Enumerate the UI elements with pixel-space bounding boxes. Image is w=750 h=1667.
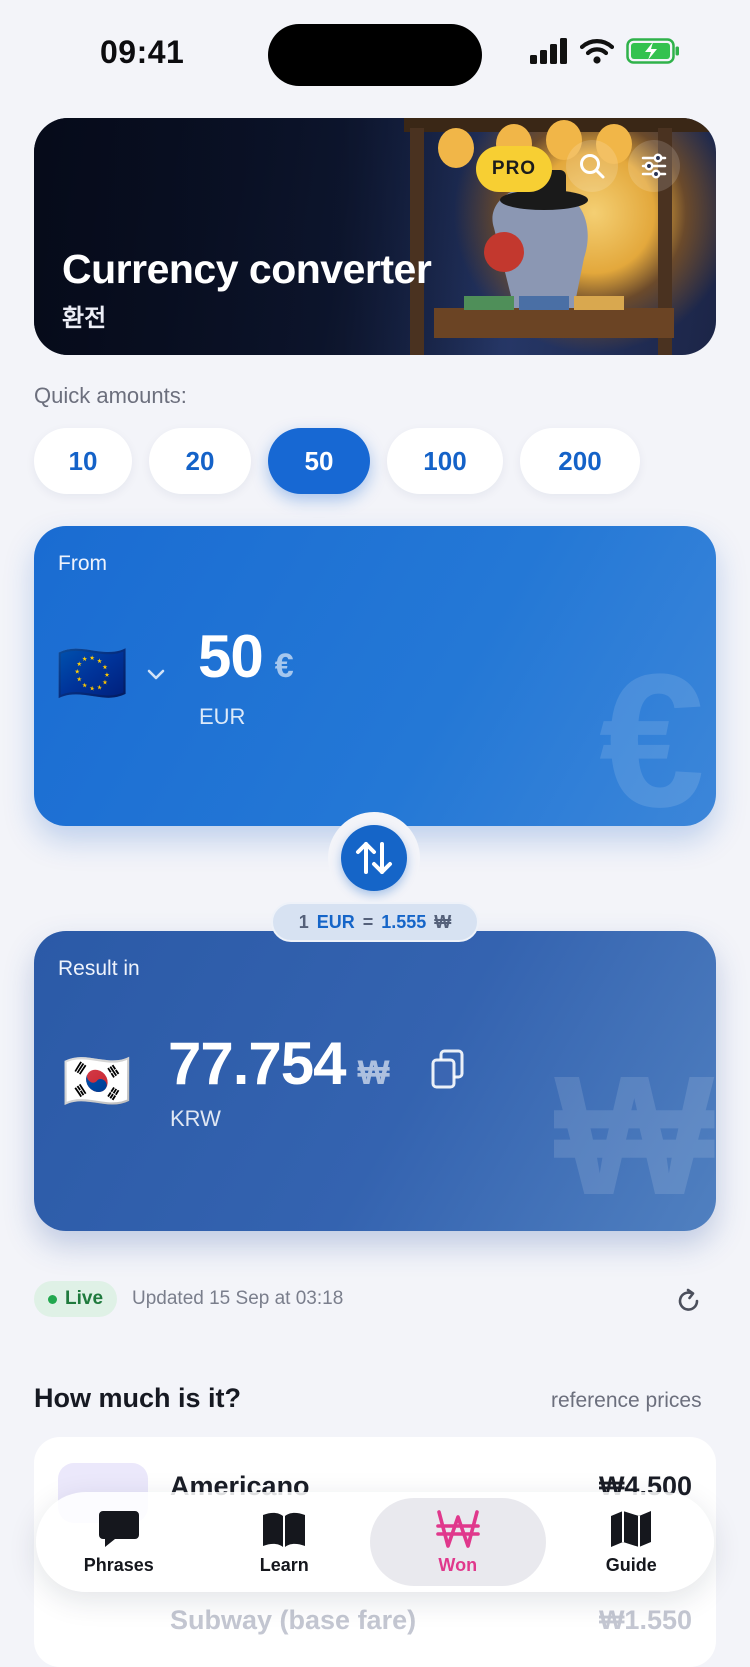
won-icon xyxy=(435,1509,480,1548)
from-currency-symbol: € xyxy=(274,647,294,685)
tab-guide[interactable]: Guide xyxy=(551,1498,711,1586)
live-label: Live xyxy=(65,1288,104,1309)
tab-bar: Phrases Learn Won Guide xyxy=(36,1492,714,1592)
rate-from-code: EUR xyxy=(316,911,355,932)
quick-amount-50[interactable]: 50 xyxy=(268,428,370,494)
settings-button[interactable] xyxy=(628,140,680,192)
won-watermark: ₩ xyxy=(554,1041,715,1231)
result-label: Result in xyxy=(58,957,140,980)
result-currency-symbol: ₩ xyxy=(357,1054,390,1092)
quick-amounts-label: Quick amounts: xyxy=(34,383,187,408)
book-icon xyxy=(263,1512,306,1547)
tab-label: Guide xyxy=(605,1554,657,1575)
search-icon xyxy=(580,154,605,179)
quick-amounts-chips: 10 20 50 100 200 xyxy=(34,428,640,494)
copy-icon xyxy=(431,1049,464,1089)
refresh-icon xyxy=(678,1288,699,1311)
eu-flag-icon: 🇪🇺 xyxy=(56,641,129,706)
tab-label: Phrases xyxy=(83,1554,154,1575)
price-item-value: ₩1.550 xyxy=(598,1605,692,1635)
tab-phrases[interactable]: Phrases xyxy=(39,1498,199,1586)
pro-badge[interactable]: PRO xyxy=(476,146,552,192)
rate-value: 1.555 xyxy=(381,911,427,932)
quick-amount-200[interactable]: 200 xyxy=(520,428,640,494)
search-button[interactable] xyxy=(566,140,618,192)
from-currency-selector[interactable]: 🇪🇺 xyxy=(56,644,166,704)
live-dot xyxy=(48,1294,57,1304)
quick-amount-100[interactable]: 100 xyxy=(387,428,503,494)
wifi-icon xyxy=(580,39,614,64)
dynamic-island xyxy=(268,24,482,86)
sliders-icon xyxy=(641,153,667,179)
quick-amount-10[interactable]: 10 xyxy=(34,428,132,494)
refresh-button[interactable] xyxy=(674,1286,704,1316)
from-card: € From 🇪🇺 50 € EUR xyxy=(34,526,716,826)
status-icons xyxy=(530,38,680,64)
map-icon xyxy=(611,1510,652,1547)
tab-learn[interactable]: Learn xyxy=(204,1498,364,1586)
section-title: How much is it? xyxy=(34,1383,242,1413)
swap-button-ring xyxy=(328,812,420,904)
euro-watermark: € xyxy=(599,635,705,826)
cellular-signal-icon xyxy=(530,38,567,64)
page-title: Currency converter xyxy=(62,246,432,292)
result-card: ₩ Result in 🇰🇷 77.754 ₩ KRW xyxy=(34,931,716,1231)
price-item-name: Subway (base fare) xyxy=(170,1605,417,1635)
from-label: From xyxy=(58,552,107,575)
exchange-rate-pill: 1 EUR = 1.555 ₩ xyxy=(271,902,479,942)
from-amount-field[interactable]: 50 € xyxy=(198,622,294,691)
swap-button[interactable] xyxy=(341,825,407,891)
status-time: 09:41 xyxy=(100,34,185,70)
speech-bubble-icon xyxy=(98,1510,139,1547)
result-amount-row: 77.754 ₩ xyxy=(168,1029,390,1098)
result-amount: 77.754 xyxy=(168,1030,347,1097)
result-currency-code: KRW xyxy=(170,1106,221,1131)
updated-timestamp: Updated 15 Sep at 03:18 xyxy=(132,1288,344,1309)
quick-amount-20[interactable]: 20 xyxy=(149,428,251,494)
rate-symbol: ₩ xyxy=(434,911,452,932)
battery-charging-icon xyxy=(626,38,679,64)
from-amount: 50 xyxy=(198,623,264,690)
copy-button[interactable] xyxy=(430,1049,466,1094)
live-badge: Live xyxy=(34,1281,118,1317)
rate-one: 1 xyxy=(298,911,309,932)
chevron-down-icon xyxy=(147,669,165,680)
section-aside: reference prices xyxy=(551,1389,702,1412)
tab-label: Won xyxy=(438,1554,478,1575)
kr-flag-icon: 🇰🇷 xyxy=(62,1049,132,1112)
tab-label: Learn xyxy=(259,1554,309,1575)
from-currency-code: EUR xyxy=(199,704,246,729)
header-banner: Currency converter 환전 PRO xyxy=(34,118,716,355)
page-subtitle: 환전 xyxy=(62,305,107,332)
rate-equals: = xyxy=(362,911,374,932)
tab-won[interactable]: Won xyxy=(369,1498,546,1586)
swap-arrows-icon xyxy=(356,842,392,874)
